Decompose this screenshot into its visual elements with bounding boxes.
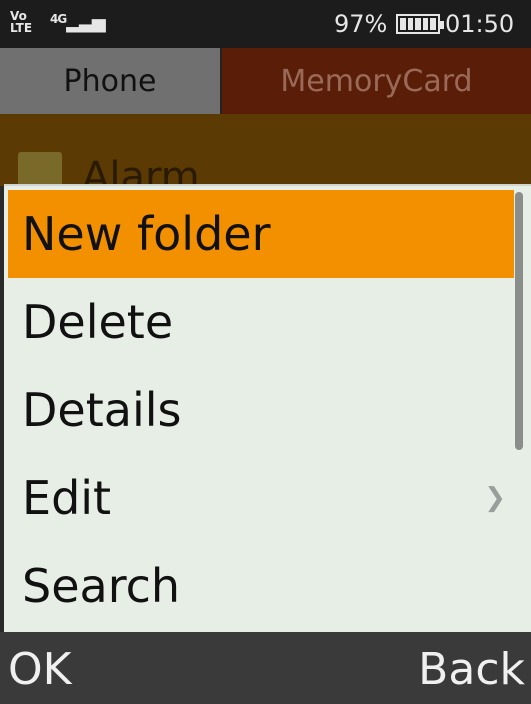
menu-item-delete[interactable]: Delete bbox=[8, 278, 514, 366]
volte-indicator: Vo LTE bbox=[10, 10, 32, 34]
battery-cell bbox=[415, 18, 421, 30]
battery-percent: 97% bbox=[334, 10, 388, 38]
battery-cell bbox=[407, 18, 414, 30]
status-bar: Vo LTE 4G▂▃▅ 97% 01:50 bbox=[0, 0, 531, 48]
clock: 01:50 bbox=[445, 10, 515, 38]
menu-item-details[interactable]: Details bbox=[8, 366, 514, 454]
tab-bar: Phone MemoryCard bbox=[0, 48, 531, 114]
volte-bottom: LTE bbox=[10, 21, 33, 35]
network-type: 4G bbox=[50, 12, 67, 26]
signal-bars-icon: ▂▃▅ bbox=[66, 12, 106, 33]
menu-item-label: Search bbox=[22, 559, 181, 613]
menu-item-label: Edit bbox=[22, 471, 112, 525]
battery-icon bbox=[396, 14, 444, 34]
options-menu: New folder Delete Details Edit ❯ Search bbox=[4, 184, 531, 632]
tab-memorycard[interactable]: MemoryCard bbox=[222, 48, 531, 114]
menu-item-label: Details bbox=[22, 383, 182, 437]
back-softkey[interactable]: Back bbox=[418, 644, 525, 695]
battery-cell bbox=[422, 18, 429, 30]
scrollbar[interactable] bbox=[515, 192, 523, 450]
menu-item-label: New folder bbox=[22, 207, 271, 261]
ok-softkey[interactable]: OK bbox=[8, 644, 72, 695]
list-item: Alarm bbox=[0, 114, 531, 200]
softkey-bar: OK Back bbox=[0, 632, 531, 704]
menu-item-label: Delete bbox=[22, 295, 174, 349]
battery-cell bbox=[430, 18, 436, 30]
menu-item-edit[interactable]: Edit ❯ bbox=[8, 454, 514, 542]
menu-item-new-folder[interactable]: New folder bbox=[8, 190, 514, 278]
tab-phone[interactable]: Phone bbox=[0, 48, 222, 114]
battery-cell bbox=[400, 18, 406, 30]
menu-item-search[interactable]: Search bbox=[8, 542, 514, 630]
folder-icon bbox=[18, 152, 62, 186]
chevron-right-icon: ❯ bbox=[484, 483, 506, 513]
signal-icon: 4G▂▃▅ bbox=[50, 12, 106, 33]
